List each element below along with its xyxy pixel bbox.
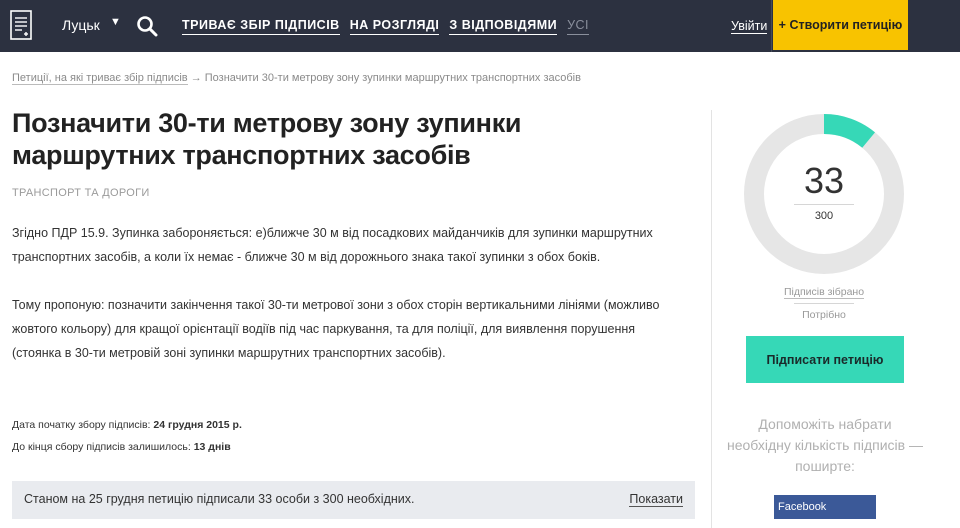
city-selector[interactable]: Луцьк [62,17,100,33]
share-prompt: Допоможіть набрати необхідну кількість п… [727,416,923,474]
petition-paragraph: Тому пропоную: позначити закінчення тако… [12,298,660,360]
nav-collecting[interactable]: ТРИВАЄ ЗБІР ПІДПИСІВ [182,18,340,35]
petition-category[interactable]: ТРАНСПОРТ ТА ДОРОГИ [12,187,150,199]
signature-status-text: Станом на 25 грудня петицію підписали 33… [24,492,415,506]
page-title: Позначити 30-ти метрову зону зупинки мар… [12,108,522,170]
petition-body: Згідно ПДР 15.9. Зупинка забороняється: … [12,221,684,389]
remaining-label: До кінця сбору підписів залишилось: [12,441,191,453]
nav-all[interactable]: УСІ [567,18,590,35]
remaining-value: 13 днів [193,441,231,453]
count-divider [794,204,854,205]
facebook-share-button[interactable]: Facebook [774,495,876,519]
main-nav: ТРИВАЄ ЗБІР ПІДПИСІВ НА РОЗГЛЯДІ З ВІДПО… [182,18,599,35]
sidebar-divider [711,110,712,528]
breadcrumb-current: Позначити 30-ти метрову зону зупинки мар… [204,72,581,84]
start-date-row: Дата початку збору підписів: 24 грудня 2… [12,414,242,436]
required-label: Потрібно [802,309,846,321]
petition-paragraph: Згідно ПДР 15.9. Зупинка забороняється: … [12,226,653,264]
top-navigation-bar: Луцьк ▼ ТРИВАЄ ЗБІР ПІДПИСІВ НА РОЗГЛЯДІ… [0,0,960,52]
remaining-row: До кінця сбору підписів залишилось: 13 д… [12,436,242,458]
signature-status-bar: Станом на 25 грудня петицію підписали 33… [12,481,695,519]
header-divider [771,0,772,52]
breadcrumb-arrow: → [190,72,202,84]
show-signers-link[interactable]: Показати [629,492,683,507]
collected-label[interactable]: Підписів зібрано [783,286,865,299]
breadcrumb: Петиції, на які триває збір підписів → П… [12,72,581,85]
search-icon[interactable] [136,15,158,37]
create-petition-button[interactable]: + Створити петицію [773,0,908,50]
needed-divider [794,303,854,304]
start-date-value: 24 грудня 2015 р. [153,419,242,431]
document-icon[interactable] [10,10,32,40]
petition-dates: Дата початку збору підписів: 24 грудня 2… [12,414,242,458]
breadcrumb-link[interactable]: Петиції, на які триває збір підписів [12,72,188,85]
signature-goal: 300 [814,210,834,222]
nav-under-review[interactable]: НА РОЗГЛЯДІ [349,18,440,35]
collected-label-row: Підписів зібрано [744,286,904,299]
sign-petition-button[interactable]: Підписати петицію [746,336,904,383]
nav-answered[interactable]: З ВІДПОВІДЯМИ [449,18,558,35]
login-link[interactable]: Увійти [731,19,768,34]
signature-count: 33 [803,160,845,201]
chevron-down-icon[interactable]: ▼ [110,16,121,28]
start-date-label: Дата початку збору підписів: [12,419,151,431]
